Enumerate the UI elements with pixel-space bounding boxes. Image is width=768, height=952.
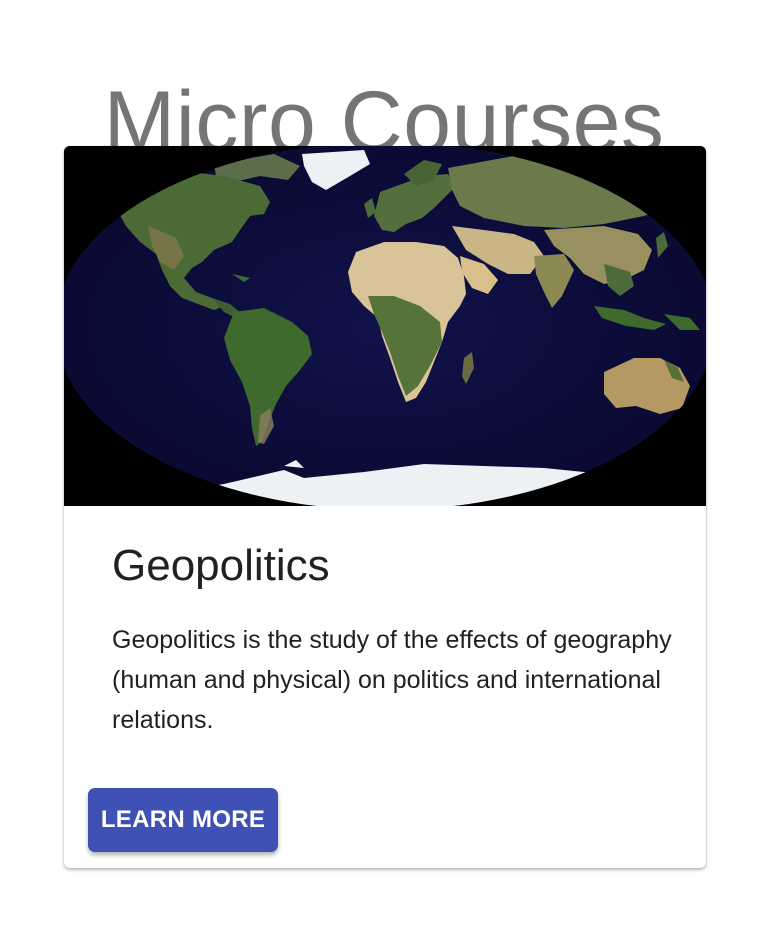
card-title: Geopolitics bbox=[112, 541, 330, 590]
course-card: Geopolitics Geopolitics is the study of … bbox=[64, 146, 706, 868]
learn-more-button[interactable]: LEARN MORE bbox=[88, 788, 278, 852]
card-description: Geopolitics is the study of the effects … bbox=[112, 626, 672, 734]
world-map-image bbox=[64, 146, 706, 506]
